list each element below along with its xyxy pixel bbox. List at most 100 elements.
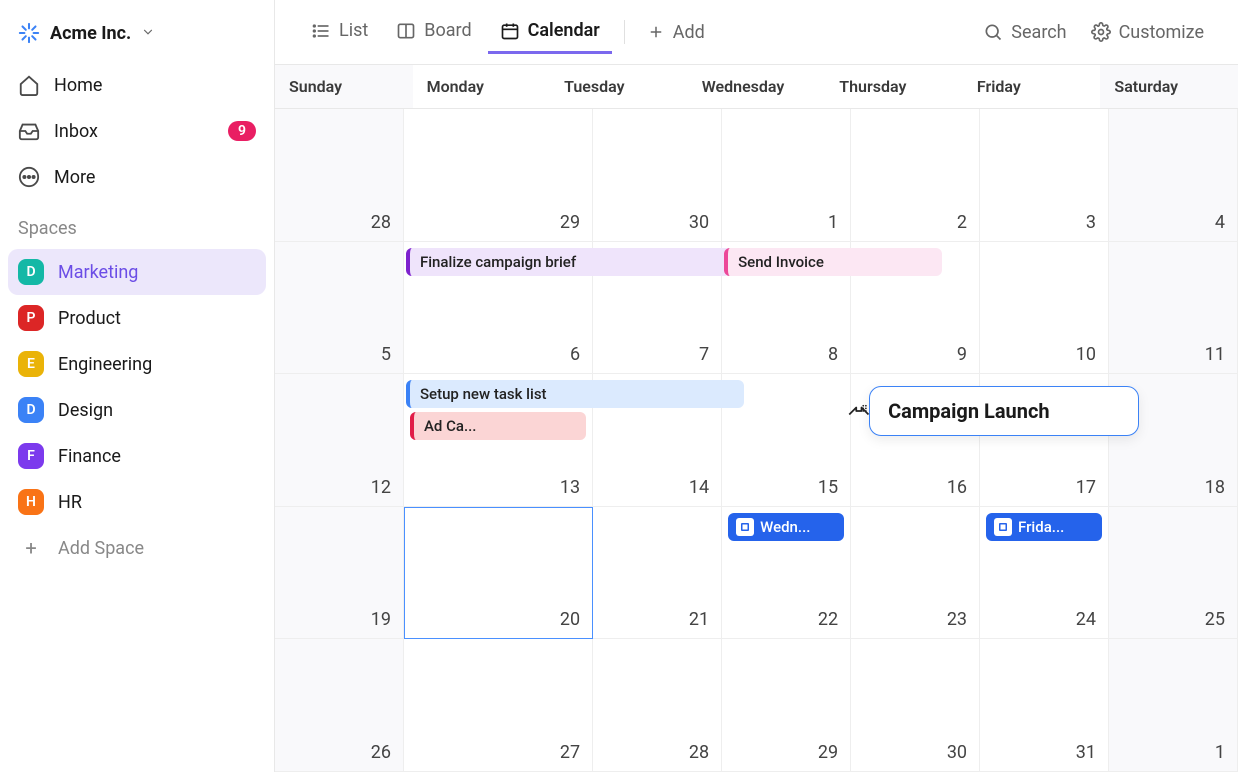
day-cell[interactable]: 30 <box>593 109 722 242</box>
day-cell[interactable]: 19 <box>275 507 404 640</box>
space-item-engineering[interactable]: EEngineering <box>8 341 266 387</box>
day-cell[interactable]: 27 <box>404 639 593 772</box>
day-number: 16 <box>947 477 967 498</box>
day-cell[interactable]: 2 <box>851 109 980 242</box>
day-cell[interactable]: 22 Wedn... <box>722 507 851 640</box>
day-cell[interactable]: 1 <box>1109 639 1238 772</box>
space-icon: E <box>18 351 44 377</box>
day-cell[interactable]: 3 <box>980 109 1109 242</box>
space-icon: F <box>18 443 44 469</box>
nav-home-label: Home <box>54 75 102 96</box>
day-cell[interactable]: 6Finalize campaign brief <box>404 242 593 375</box>
day-header: Tuesday <box>550 65 688 108</box>
space-item-marketing[interactable]: D Marketing <box>8 249 266 295</box>
home-icon <box>18 74 40 96</box>
day-cell[interactable]: 4 <box>1109 109 1238 242</box>
view-tab-calendar-label: Calendar <box>528 20 600 41</box>
nav-more[interactable]: More <box>8 154 266 200</box>
day-cell[interactable]: 12 <box>275 374 404 507</box>
day-number: 31 <box>1076 742 1096 763</box>
plus-icon <box>647 23 665 41</box>
day-number: 5 <box>381 344 391 365</box>
space-item-design[interactable]: DDesign <box>8 387 266 433</box>
plus-icon: + <box>18 535 44 561</box>
day-number: 12 <box>371 477 391 498</box>
space-item-product[interactable]: PProduct <box>8 295 266 341</box>
view-tab-board[interactable]: Board <box>384 10 483 54</box>
space-label: Design <box>58 400 113 421</box>
day-number: 24 <box>1076 609 1096 630</box>
day-cell[interactable]: 23 <box>851 507 980 640</box>
nav-more-label: More <box>54 167 95 188</box>
day-cell[interactable]: 28 <box>275 109 404 242</box>
divider <box>624 20 625 44</box>
day-cell[interactable]: 31 <box>980 639 1109 772</box>
day-number: 17 <box>1076 477 1096 498</box>
day-number: 30 <box>689 212 709 233</box>
search-label: Search <box>1011 22 1066 43</box>
day-cell[interactable]: 30 <box>851 639 980 772</box>
day-cell[interactable]: 26 <box>275 639 404 772</box>
day-cell[interactable]: 24 Frida... <box>980 507 1109 640</box>
event-send-invoice[interactable]: Send Invoice <box>724 248 942 276</box>
day-number: 10 <box>1076 344 1096 365</box>
day-number: 15 <box>818 477 838 498</box>
main-area: List Board Calendar Add Search Customize… <box>275 0 1238 772</box>
search-button[interactable]: Search <box>973 14 1076 51</box>
day-cell[interactable]: 5 <box>275 242 404 375</box>
calendar-icon <box>500 21 520 41</box>
calendar-day-headers: SundayMondayTuesdayWednesdayThursdayFrid… <box>275 65 1238 109</box>
day-header: Friday <box>963 65 1101 108</box>
space-label: Product <box>58 308 121 329</box>
day-number: 13 <box>560 477 580 498</box>
drag-preview-card[interactable]: Campaign Launch <box>869 386 1139 436</box>
day-cell[interactable]: 10 <box>980 242 1109 375</box>
day-cell[interactable]: 20 <box>404 507 593 640</box>
day-number: 9 <box>957 344 967 365</box>
event-setup-task-list[interactable]: Setup new task list <box>406 380 744 408</box>
day-header: Thursday <box>825 65 963 108</box>
space-item-finance[interactable]: FFinance <box>8 433 266 479</box>
customize-button[interactable]: Customize <box>1081 14 1214 51</box>
day-cell[interactable]: 16 Campaign Launch <box>851 374 980 507</box>
add-space-button[interactable]: + Add Space <box>8 525 266 571</box>
event-ad-campaign[interactable]: Ad Ca... <box>410 412 586 440</box>
day-cell[interactable]: 29 <box>722 639 851 772</box>
day-header: Wednesday <box>688 65 826 108</box>
nav-home[interactable]: Home <box>8 62 266 108</box>
day-number: 6 <box>570 344 580 365</box>
space-icon: D <box>18 259 44 285</box>
add-view-button[interactable]: Add <box>637 14 715 51</box>
day-cell[interactable]: 8Send Invoice <box>722 242 851 375</box>
space-label: Marketing <box>58 262 138 283</box>
day-cell[interactable]: 28 <box>593 639 722 772</box>
view-tab-calendar[interactable]: Calendar <box>488 10 612 54</box>
calendar-grid: 282930123456Finalize campaign brief78Sen… <box>275 109 1238 772</box>
gcal-event-label: Frida... <box>1018 518 1064 536</box>
board-icon <box>396 21 416 41</box>
day-cell[interactable]: 21 <box>593 507 722 640</box>
day-number: 1 <box>828 212 838 233</box>
day-number: 22 <box>818 609 838 630</box>
day-cell[interactable]: 25 <box>1109 507 1238 640</box>
gear-icon <box>1091 22 1111 42</box>
event-wednesday-gcal[interactable]: Wedn... <box>728 513 844 541</box>
day-cell[interactable]: 11 <box>1109 242 1238 375</box>
more-icon <box>18 166 40 188</box>
view-tab-list[interactable]: List <box>299 10 380 54</box>
workspace-logo-icon <box>18 22 40 44</box>
view-tab-list-label: List <box>339 20 368 41</box>
day-number: 29 <box>818 742 838 763</box>
nav-inbox[interactable]: Inbox 9 <box>8 108 266 154</box>
space-item-hr[interactable]: HHR <box>8 479 266 525</box>
add-view-label: Add <box>673 22 705 43</box>
day-cell[interactable]: 13Setup new task listAd Ca... <box>404 374 593 507</box>
workspace-switcher[interactable]: Acme Inc. <box>8 16 266 50</box>
event-friday-gcal[interactable]: Frida... <box>986 513 1102 541</box>
nav-inbox-label: Inbox <box>54 121 98 142</box>
add-space-label: Add Space <box>58 538 144 559</box>
day-cell[interactable]: 1 <box>722 109 851 242</box>
day-cell[interactable]: 29 <box>404 109 593 242</box>
day-number: 3 <box>1086 212 1096 233</box>
spaces-heading: Spaces <box>8 200 266 249</box>
